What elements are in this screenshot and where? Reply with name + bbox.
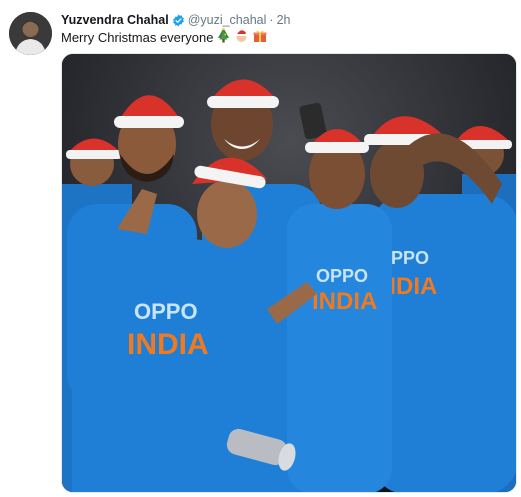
gift-icon xyxy=(253,29,267,46)
tweet-body: Merry Christmas everyone xyxy=(61,29,214,45)
author-handle[interactable]: @yuzi_chahal xyxy=(188,13,267,27)
separator-dot: · xyxy=(269,13,274,27)
tweet-text: Merry Christmas everyone xyxy=(61,27,267,46)
tweet-header: Yuzvendra Chahal @yuzi_chahal · 2h xyxy=(61,12,290,28)
jersey-sponsor-left: OPPO xyxy=(134,299,198,324)
christmas-tree-icon xyxy=(217,27,230,46)
author-name[interactable]: Yuzvendra Chahal xyxy=(61,13,169,27)
jersey-text-center: INDIA xyxy=(312,288,377,315)
timestamp[interactable]: 2h xyxy=(277,13,291,27)
jersey-text-left: INDIA xyxy=(127,328,209,361)
tweet-photo[interactable]: OPPO INDIA OPPO INDIA OPPO INDIA xyxy=(61,53,517,493)
tweet: Yuzvendra Chahal @yuzi_chahal · 2h Merry… xyxy=(0,0,521,497)
verified-badge-icon xyxy=(172,14,185,27)
avatar[interactable] xyxy=(9,12,52,55)
jersey-sponsor-center: OPPO xyxy=(316,266,368,286)
santa-icon xyxy=(234,28,249,46)
